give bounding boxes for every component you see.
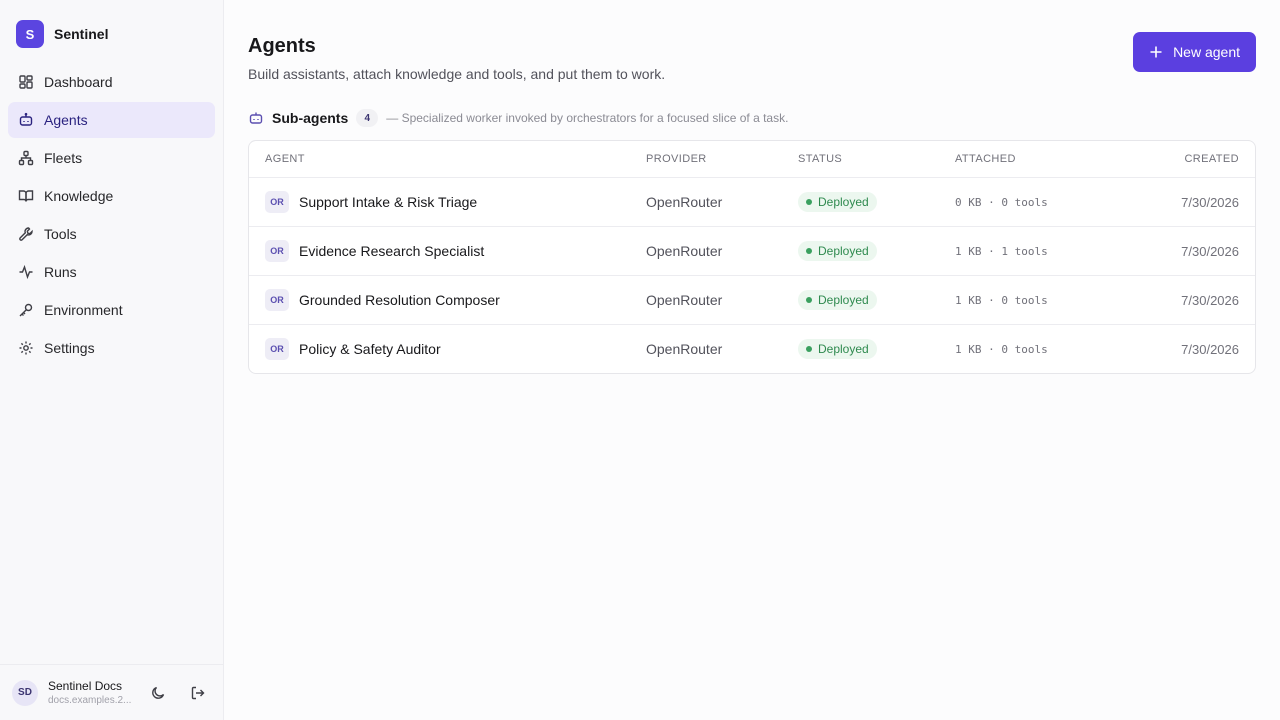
sidebar-item-label: Settings <box>44 340 95 356</box>
sidebar-item-fleets[interactable]: Fleets <box>8 140 215 176</box>
sidebar-nav: Dashboard Agents Fleets Knowledge Tools … <box>8 64 215 368</box>
bot-icon <box>249 112 263 124</box>
agents-table: AGENT PROVIDER STATUS ATTACHED CREATED O… <box>248 140 1256 374</box>
moon-icon <box>152 686 165 699</box>
user-name: Sentinel Docs <box>48 679 123 693</box>
book-icon <box>18 190 34 202</box>
page-subtitle: Build assistants, attach knowledge and t… <box>248 66 666 82</box>
bot-icon <box>19 112 33 126</box>
created-date: 7/30/2026 <box>1181 293 1239 308</box>
sidebar-item-label: Runs <box>44 264 77 280</box>
sidebar-item-knowledge[interactable]: Knowledge <box>8 178 215 214</box>
section-title: Sub-agents <box>272 110 349 126</box>
plus-icon <box>1150 46 1162 58</box>
sidebar: S Sentinel Dashboard Agents Fleets Knowl… <box>0 0 224 720</box>
count-badge: 4 <box>356 109 379 127</box>
key-icon <box>19 303 33 317</box>
user-panel: SD Sentinel Docs docs.examples.2... <box>0 664 223 720</box>
status-badge: Deployed <box>798 192 877 212</box>
created-date: 7/30/2026 <box>1181 195 1239 210</box>
column-header-agent[interactable]: AGENT <box>265 153 305 165</box>
created-date: 7/30/2026 <box>1181 342 1239 357</box>
column-header-attached[interactable]: ATTACHED <box>955 153 1016 165</box>
status-badge: Deployed <box>798 241 877 261</box>
sidebar-item-label: Knowledge <box>44 188 114 204</box>
attached-info: 1 KB · 0 tools <box>955 294 1048 307</box>
column-header-created[interactable]: CREATED <box>1184 153 1239 165</box>
status-badge: Deployed <box>798 339 877 359</box>
provider-badge: OR <box>265 240 289 262</box>
sidebar-item-agents[interactable]: Agents <box>8 102 215 138</box>
provider-name: OpenRouter <box>646 341 723 357</box>
network-icon <box>18 150 34 166</box>
avatar[interactable]: SD <box>12 679 38 706</box>
logout-button[interactable] <box>184 679 212 707</box>
sidebar-item-runs[interactable]: Runs <box>8 254 215 290</box>
page-title: Agents <box>248 35 316 57</box>
attached-info: 0 KB · 0 tools <box>955 196 1048 209</box>
status-badge: Deployed <box>798 290 877 310</box>
status-dot <box>806 346 812 352</box>
user-email: docs.examples.2... <box>48 695 132 706</box>
agent-name[interactable]: Policy & Safety Auditor <box>299 341 441 357</box>
main-content: Agents Build assistants, attach knowledg… <box>224 0 1280 720</box>
agent-name[interactable]: Support Intake & Risk Triage <box>299 194 477 210</box>
activity-icon <box>19 264 33 280</box>
provider-badge: OR <box>265 191 289 213</box>
agent-name[interactable]: Grounded Resolution Composer <box>299 292 500 308</box>
new-agent-button[interactable]: New agent <box>1133 32 1256 72</box>
sidebar-item-environment[interactable]: Environment <box>8 292 215 328</box>
created-date: 7/30/2026 <box>1181 244 1239 259</box>
provider-name: OpenRouter <box>646 194 723 210</box>
status-label: Deployed <box>818 195 869 209</box>
sidebar-item-label: Tools <box>44 226 77 242</box>
table-row[interactable]: OR Policy & Safety Auditor OpenRouter De… <box>249 325 1255 373</box>
table-row[interactable]: OR Evidence Research Specialist OpenRout… <box>249 227 1255 276</box>
sidebar-item-settings[interactable]: Settings <box>8 330 215 366</box>
sidebar-item-dashboard[interactable]: Dashboard <box>8 64 215 100</box>
column-header-provider[interactable]: PROVIDER <box>646 153 707 165</box>
table-row[interactable]: OR Support Intake & Risk Triage OpenRout… <box>249 178 1255 227</box>
status-label: Deployed <box>818 244 869 258</box>
logout-icon <box>191 686 205 699</box>
sidebar-item-label: Agents <box>44 112 88 128</box>
dashboard-icon <box>19 75 33 89</box>
provider-badge: OR <box>265 338 289 360</box>
gear-icon <box>19 341 33 355</box>
brand-logo: S <box>16 20 44 48</box>
section-description: — Specialized worker invoked by orchestr… <box>386 111 789 125</box>
column-header-status[interactable]: STATUS <box>798 153 842 165</box>
status-dot <box>806 248 812 254</box>
provider-badge: OR <box>265 289 289 311</box>
provider-name: OpenRouter <box>646 292 723 308</box>
status-dot <box>806 199 812 205</box>
brand[interactable]: S Sentinel <box>16 20 108 48</box>
new-agent-label: New agent <box>1173 44 1240 60</box>
status-label: Deployed <box>818 293 869 307</box>
attached-info: 1 KB · 0 tools <box>955 343 1048 356</box>
sidebar-item-tools[interactable]: Tools <box>8 216 215 252</box>
attached-info: 1 KB · 1 tools <box>955 245 1048 258</box>
status-label: Deployed <box>818 342 869 356</box>
sidebar-item-label: Dashboard <box>44 74 113 90</box>
wrench-icon <box>19 227 33 241</box>
table-header: AGENT PROVIDER STATUS ATTACHED CREATED <box>249 141 1255 178</box>
brand-name: Sentinel <box>54 26 109 42</box>
section-header: Sub-agents 4 — Specialized worker invoke… <box>248 108 788 128</box>
provider-name: OpenRouter <box>646 243 723 259</box>
theme-toggle-button[interactable] <box>144 679 172 707</box>
table-row[interactable]: OR Grounded Resolution Composer OpenRout… <box>249 276 1255 325</box>
user-info: Sentinel Docs docs.examples.2... <box>48 679 132 706</box>
sidebar-item-label: Environment <box>44 302 123 318</box>
agent-name[interactable]: Evidence Research Specialist <box>299 243 484 259</box>
sidebar-item-label: Fleets <box>44 150 83 166</box>
status-dot <box>806 297 812 303</box>
